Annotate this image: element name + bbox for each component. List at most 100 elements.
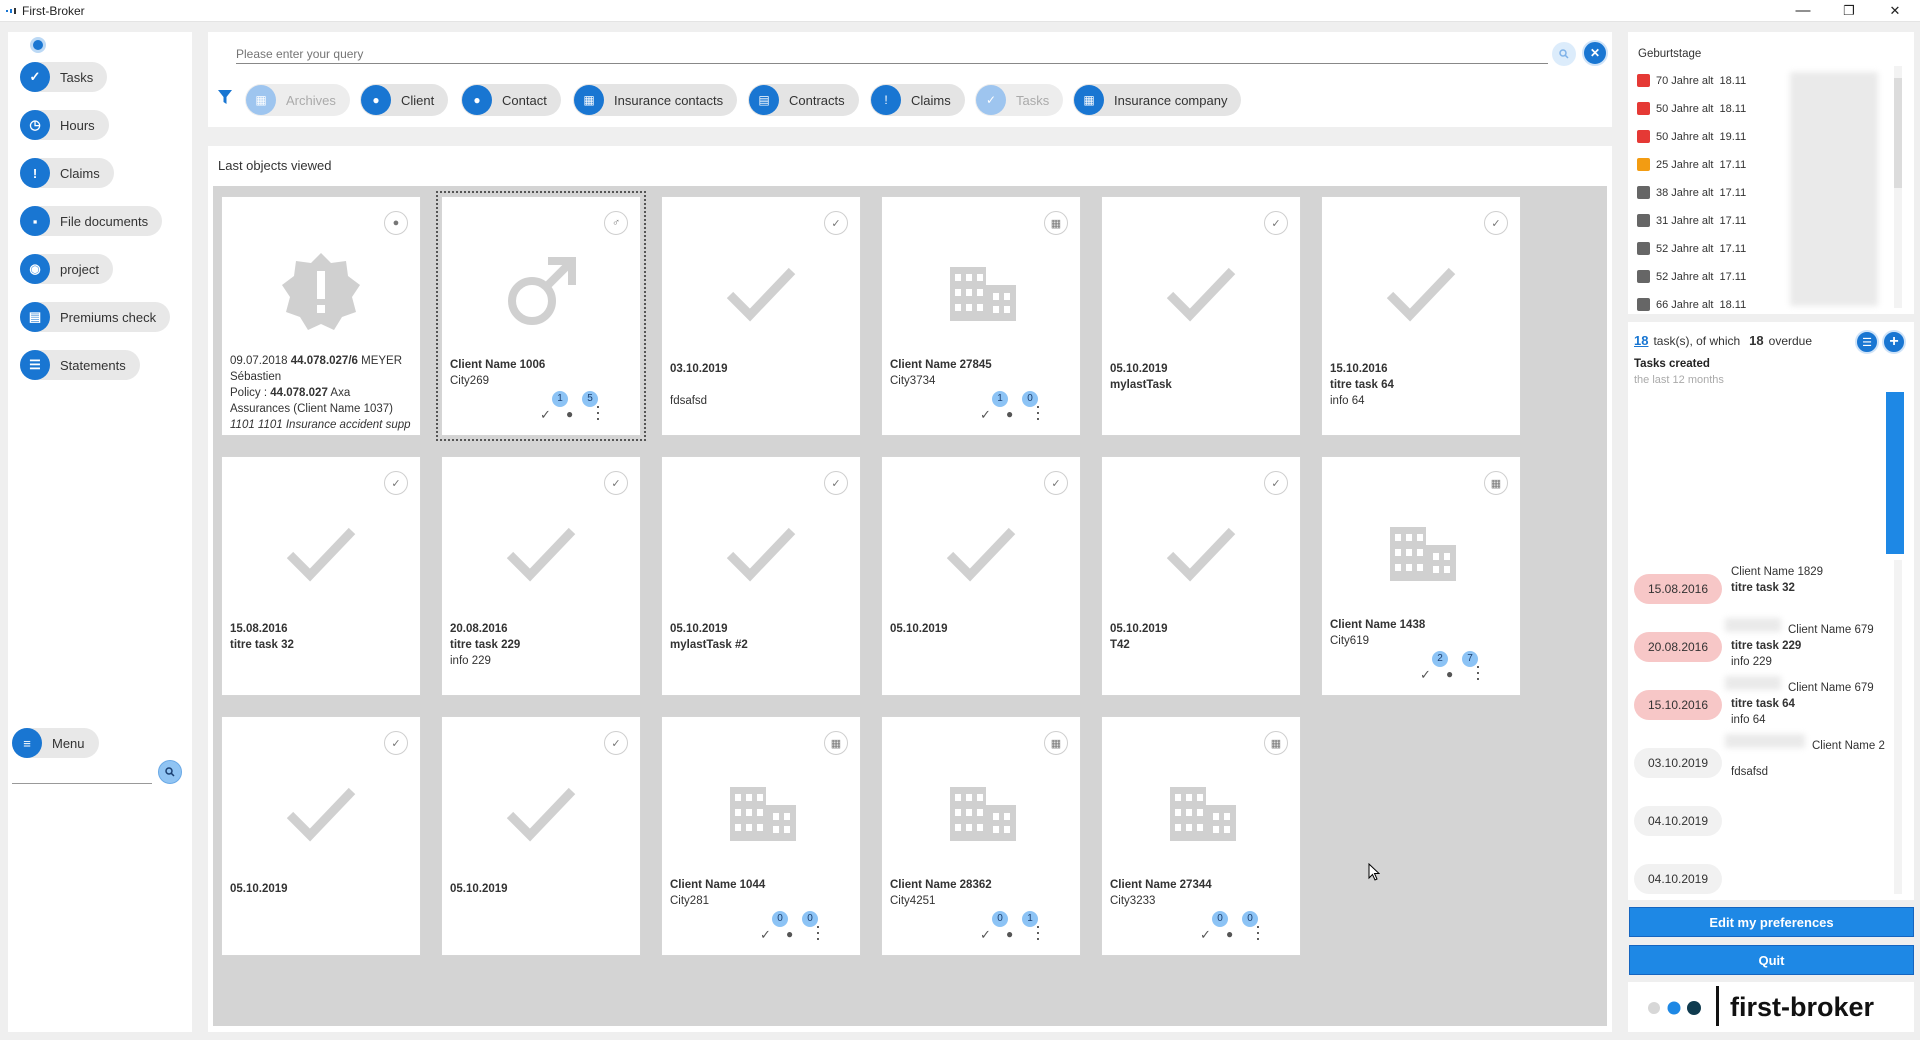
- filter-chip-insurance-company[interactable]: ▦ Insurance company: [1073, 84, 1242, 116]
- sidebar-item-project[interactable]: ◉ project: [20, 254, 114, 284]
- filter-chip-insurance-contacts[interactable]: ▦ Insurance contacts: [573, 84, 738, 116]
- sidebar-item-label: Premiums check: [60, 309, 157, 325]
- task-client: Client Name 679: [1788, 682, 1874, 694]
- recent-card-task[interactable]: ✓ 05.10.2019 mylastTask: [1101, 196, 1301, 436]
- birthday-item[interactable]: 70 Jahre alt 18.11: [1637, 74, 1746, 87]
- claim-insurer: Axa: [330, 387, 351, 399]
- filter-chip-contracts[interactable]: ▤ Contracts: [748, 84, 859, 116]
- search-input[interactable]: [236, 44, 1548, 64]
- card-info: City3233: [1110, 895, 1156, 907]
- card-counters: 2 7 ✓ ● · · ·: [1420, 651, 1512, 687]
- card-type-building-icon: ▦: [1044, 731, 1068, 755]
- birthday-item[interactable]: 66 Jahre alt 18.11: [1637, 298, 1746, 311]
- document-icon: ▤: [20, 302, 50, 332]
- sidebar-item-hours[interactable]: ◷ Hours: [20, 110, 109, 140]
- more-options-icon[interactable]: · · ·: [1254, 917, 1262, 947]
- more-options-icon[interactable]: · · ·: [814, 917, 822, 947]
- sidebar-item-label: Statements: [60, 357, 126, 373]
- recent-card-task[interactable]: ✓ 05.10.2019: [441, 716, 641, 956]
- recent-card-task[interactable]: ✓ 05.10.2019 T42: [1101, 456, 1301, 696]
- filter-chip-archives[interactable]: ▦ Archives: [245, 84, 350, 116]
- open-tasks-count: 0: [992, 911, 1008, 927]
- birthday-item[interactable]: 38 Jahre alt 17.11: [1637, 186, 1746, 199]
- brand-panel: first-broker: [1628, 982, 1914, 1032]
- task-date-pill[interactable]: 15.10.2016: [1634, 690, 1722, 720]
- alert-icon: ●: [566, 407, 574, 421]
- filter-chip-client[interactable]: ● Client: [360, 84, 449, 116]
- filter-icon[interactable]: [218, 90, 232, 104]
- menu-button[interactable]: ≡ Menu: [12, 728, 99, 758]
- more-options-icon[interactable]: · · ·: [1034, 397, 1042, 427]
- sidebar-item-tasks[interactable]: ✓ Tasks: [20, 62, 108, 92]
- clear-search-button[interactable]: ✕: [1582, 40, 1608, 66]
- birthday-age: 38 Jahre alt: [1656, 186, 1714, 199]
- minimize-button[interactable]: —: [1780, 0, 1826, 22]
- sidebar-item-claims[interactable]: ! Claims: [20, 158, 114, 188]
- sidebar-search-input[interactable]: [12, 764, 152, 784]
- filter-chip-tasks[interactable]: ✓ Tasks: [975, 84, 1064, 116]
- add-task-button[interactable]: +: [1882, 330, 1906, 354]
- recent-card-task[interactable]: ✓ 05.10.2019 mylastTask #2: [661, 456, 861, 696]
- recent-card-claim[interactable]: ● 09.07.2018 44.078.027/6 MEYER Sébastien P…: [221, 196, 421, 436]
- cake-icon: [1637, 130, 1650, 143]
- task-date-pill[interactable]: 15.08.2016: [1634, 574, 1722, 604]
- recent-card-task[interactable]: ✓ 05.10.2019: [881, 456, 1081, 696]
- recent-card-company[interactable]: ▦ Client Name 27344 City3233 0 0 ✓ ● · · ·: [1101, 716, 1301, 956]
- card-counters: 1 5 ✓ ● · · ·: [540, 391, 632, 427]
- pin-icon[interactable]: [30, 37, 46, 53]
- brand-name: first-broker: [1730, 992, 1875, 1022]
- task-date-pill[interactable]: 04.10.2019: [1634, 806, 1722, 836]
- more-options-icon[interactable]: · · ·: [1474, 657, 1482, 687]
- card-type-building-icon: ▦: [1044, 211, 1068, 235]
- task-date-pill[interactable]: 20.08.2016: [1634, 632, 1722, 662]
- tasks-count[interactable]: 18: [1634, 333, 1648, 348]
- quit-button[interactable]: Quit: [1629, 945, 1914, 975]
- blurred-names: [1790, 72, 1878, 306]
- timeline-scrollbar[interactable]: [1894, 560, 1902, 894]
- edit-preferences-button[interactable]: Edit my preferences: [1629, 907, 1914, 937]
- alert-icon: ●: [1006, 407, 1014, 421]
- task-date-pill[interactable]: 04.10.2019: [1634, 864, 1722, 894]
- birthday-item[interactable]: 52 Jahre alt 17.11: [1637, 242, 1746, 255]
- scrollbar-thumb[interactable]: [1894, 78, 1902, 188]
- card-info: City281: [670, 895, 709, 907]
- recent-card-company[interactable]: ▦ Client Name 1044 City281 0 0 ✓ ● · · ·: [661, 716, 861, 956]
- birthdays-scrollbar[interactable]: [1894, 66, 1902, 308]
- search-button[interactable]: [1552, 42, 1576, 66]
- birthday-date: 18.11: [1719, 102, 1747, 115]
- recent-card-company[interactable]: ▦ Client Name 1438 City619 2 7 ✓ ● · · ·: [1321, 456, 1521, 696]
- recent-card-company[interactable]: ▦ Client Name 27845 City3734 1 0 ✓ ● · · ·: [881, 196, 1081, 436]
- person-icon: ●: [462, 85, 492, 115]
- recent-card-task[interactable]: ✓ 03.10.2019 fdsafsd: [661, 196, 861, 436]
- sidebar-item-premiums-check[interactable]: ▤ Premiums check: [20, 302, 171, 332]
- task-date-pill[interactable]: 03.10.2019: [1634, 748, 1722, 778]
- filter-chip-label: Tasks: [1016, 92, 1050, 108]
- sidebar-search-button[interactable]: [158, 760, 182, 784]
- building-icon: ▦: [1074, 85, 1104, 115]
- birthday-age: 52 Jahre alt: [1656, 242, 1714, 255]
- male-icon: [508, 257, 576, 325]
- birthday-item[interactable]: 52 Jahre alt 17.11: [1637, 270, 1746, 283]
- task-list-button[interactable]: ☰: [1855, 330, 1879, 354]
- recent-card-task[interactable]: ✓ 15.08.2016 titre task 32: [221, 456, 421, 696]
- birthday-age: 25 Jahre alt: [1656, 158, 1714, 171]
- recent-card-company[interactable]: ▦ Client Name 28362 City4251 0 1 ✓ ● · · ·: [881, 716, 1081, 956]
- recent-card-task[interactable]: ✓ 15.10.2016 titre task 64 info 64: [1321, 196, 1521, 436]
- sidebar-item-statements[interactable]: ☰ Statements: [20, 350, 140, 380]
- recent-card-client[interactable]: ♂ Client Name 1006 City269 1 5 ✓ ● · · ·: [436, 191, 646, 441]
- more-options-icon[interactable]: · · ·: [594, 397, 602, 427]
- more-options-icon[interactable]: · · ·: [1034, 917, 1042, 947]
- birthday-item[interactable]: 25 Jahre alt 17.11: [1637, 158, 1746, 171]
- filter-chip-contact[interactable]: ● Contact: [461, 84, 561, 116]
- filter-chip-claims[interactable]: ! Claims: [870, 84, 965, 116]
- birthday-item[interactable]: 50 Jahre alt 19.11: [1637, 130, 1746, 143]
- birthday-item[interactable]: 50 Jahre alt 18.11: [1637, 102, 1746, 115]
- alert-icon: !: [20, 158, 50, 188]
- recent-card-task[interactable]: ✓ 05.10.2019: [221, 716, 421, 956]
- recent-card-task[interactable]: ✓ 20.08.2016 titre task 229 info 229: [441, 456, 641, 696]
- cake-icon: [1637, 242, 1650, 255]
- sidebar-item-file-documents[interactable]: ▪ File documents: [20, 206, 163, 236]
- close-window-button[interactable]: ✕: [1872, 0, 1918, 22]
- birthday-item[interactable]: 31 Jahre alt 17.11: [1637, 214, 1746, 227]
- maximize-button[interactable]: ❐: [1826, 0, 1872, 22]
